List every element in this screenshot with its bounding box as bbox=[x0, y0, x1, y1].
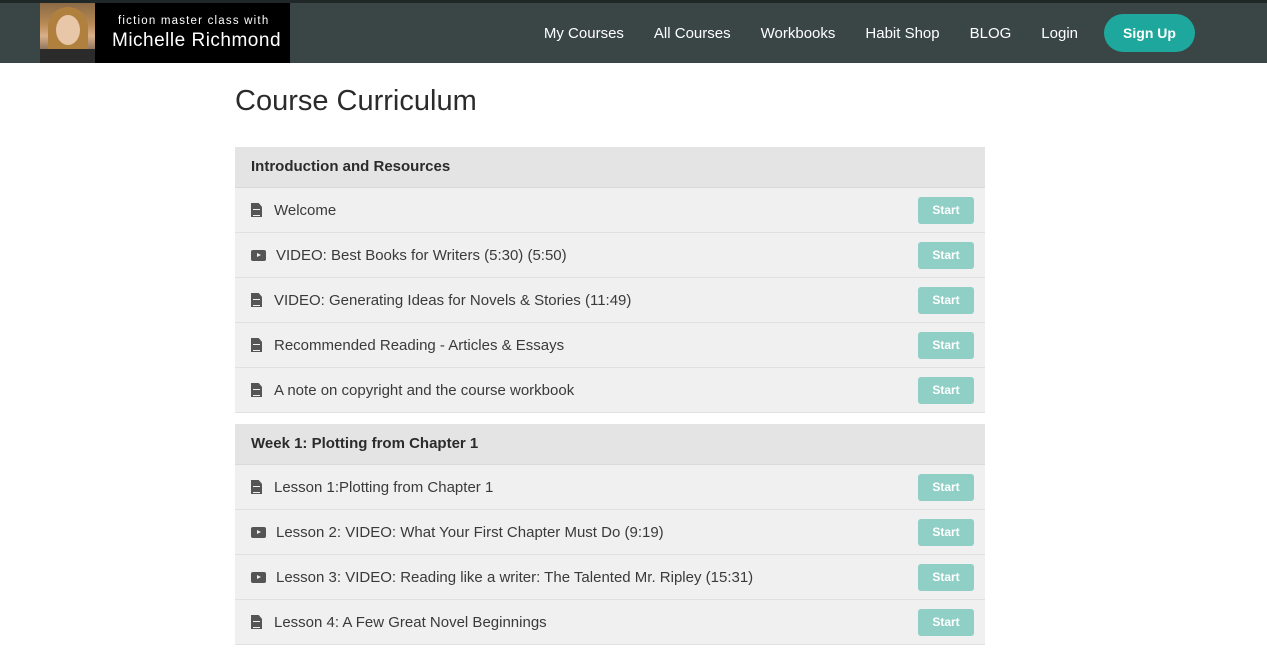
start-button[interactable]: Start bbox=[918, 376, 974, 404]
logo-text: fiction master class with Michelle Richm… bbox=[95, 3, 290, 63]
lecture-title: Lesson 4: A Few Great Novel Beginnings bbox=[274, 613, 547, 631]
lecture-item[interactable]: VIDEO: Best Books for Writers (5:30) (5:… bbox=[235, 233, 985, 278]
nav-login[interactable]: Login bbox=[1041, 25, 1078, 42]
start-button[interactable]: Start bbox=[918, 608, 974, 636]
nav-workbooks[interactable]: Workbooks bbox=[761, 25, 836, 42]
lecture-title: VIDEO: Generating Ideas for Novels & Sto… bbox=[274, 291, 632, 309]
document-icon bbox=[251, 292, 274, 308]
logo-subtitle: fiction master class with bbox=[118, 14, 270, 27]
sign-up-button[interactable]: Sign Up bbox=[1104, 14, 1195, 52]
lecture-item[interactable]: Recommended Reading - Articles & Essays S… bbox=[235, 323, 985, 368]
lecture-item[interactable]: Lesson 3: VIDEO: Reading like a writer: … bbox=[235, 555, 985, 600]
top-navbar: fiction master class with Michelle Richm… bbox=[0, 0, 1267, 63]
start-button[interactable]: Start bbox=[918, 563, 974, 591]
course-curriculum: Course Curriculum Introduction and Resou… bbox=[235, 63, 985, 645]
nav-blog[interactable]: BLOG bbox=[970, 25, 1012, 42]
video-icon bbox=[251, 247, 276, 263]
start-button[interactable]: Start bbox=[918, 331, 974, 359]
lecture-title: A note on copyright and the course workb… bbox=[274, 381, 575, 399]
site-logo[interactable]: fiction master class with Michelle Richm… bbox=[40, 3, 290, 63]
lecture-item[interactable]: Welcome Start bbox=[235, 188, 985, 233]
document-icon bbox=[251, 337, 274, 353]
lecture-item[interactable]: Lesson 4: A Few Great Novel Beginnings St… bbox=[235, 600, 985, 645]
logo-name: Michelle Richmond bbox=[112, 29, 282, 51]
lecture-title: Welcome bbox=[274, 201, 337, 219]
curriculum-section: Week 1: Plotting from Chapter 1 Lesson 1:… bbox=[235, 424, 985, 645]
nav-links: My Courses All Courses Workbooks Habit S… bbox=[514, 3, 1195, 63]
document-icon bbox=[251, 202, 274, 218]
video-icon bbox=[251, 524, 276, 540]
nav-all-courses[interactable]: All Courses bbox=[654, 25, 731, 42]
start-button[interactable]: Start bbox=[918, 286, 974, 314]
author-photo bbox=[40, 3, 95, 63]
page-title: Course Curriculum bbox=[235, 85, 477, 117]
lecture-title: Recommended Reading - Articles & Essays bbox=[274, 336, 565, 354]
start-button[interactable]: Start bbox=[918, 196, 974, 224]
lecture-item[interactable]: A note on copyright and the course workb… bbox=[235, 368, 985, 413]
document-icon bbox=[251, 382, 274, 398]
lecture-item[interactable]: Lesson 1:Plotting from Chapter 1 Start bbox=[235, 465, 985, 510]
document-icon bbox=[251, 479, 274, 495]
lecture-item[interactable]: VIDEO: Generating Ideas for Novels & Sto… bbox=[235, 278, 985, 323]
nav-my-courses[interactable]: My Courses bbox=[544, 25, 624, 42]
start-button[interactable]: Start bbox=[918, 241, 974, 269]
section-title: Introduction and Resources bbox=[235, 147, 985, 188]
start-button[interactable]: Start bbox=[918, 473, 974, 501]
lecture-item[interactable]: Lesson 2: VIDEO: What Your First Chapter… bbox=[235, 510, 985, 555]
lecture-title: Lesson 2: VIDEO: What Your First Chapter… bbox=[276, 523, 664, 541]
nav-habit-shop[interactable]: Habit Shop bbox=[865, 25, 939, 42]
curriculum-section: Introduction and Resources Welcome Start VI… bbox=[235, 147, 985, 413]
lecture-title: VIDEO: Best Books for Writers (5:30) (5:… bbox=[276, 246, 567, 264]
document-icon bbox=[251, 614, 274, 630]
section-title: Week 1: Plotting from Chapter 1 bbox=[235, 424, 985, 465]
start-button[interactable]: Start bbox=[918, 518, 974, 546]
lecture-title: Lesson 1:Plotting from Chapter 1 bbox=[274, 478, 494, 496]
video-icon bbox=[251, 569, 276, 585]
lecture-title: Lesson 3: VIDEO: Reading like a writer: … bbox=[276, 568, 754, 586]
